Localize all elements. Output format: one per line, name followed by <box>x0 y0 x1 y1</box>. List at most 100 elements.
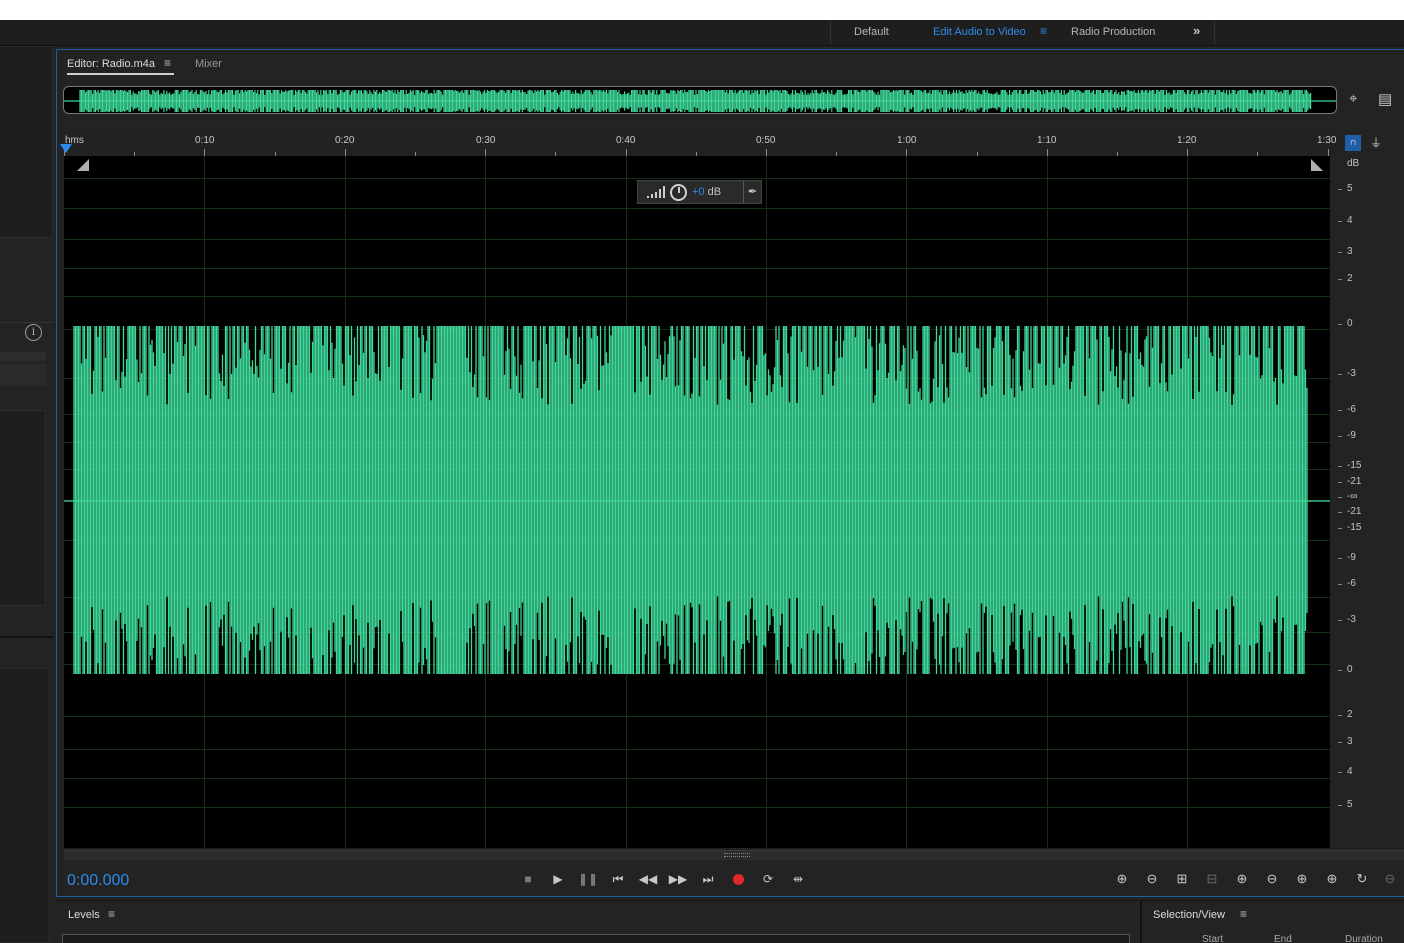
selection-view-title[interactable]: Selection/View <box>1153 909 1225 921</box>
volume-hud: +0 dB ✒ <box>637 180 762 204</box>
overview-waveform <box>64 90 1336 112</box>
stop-button[interactable]: ■ <box>515 868 541 890</box>
db-tick <box>1338 584 1342 585</box>
skip-selection-button[interactable]: ⇹ <box>785 868 811 890</box>
mixer-tab[interactable]: Mixer <box>195 58 222 70</box>
zoom-to-selection-icon[interactable]: ⌖ <box>1349 90 1357 107</box>
selection-view-panel: Selection/View ≡ Start End Duration <box>1140 900 1404 943</box>
ruler-tick-label: 0:40 <box>616 135 636 146</box>
zoom-in-amplitude-button[interactable]: ⊕ <box>1109 868 1135 890</box>
start-column-header: Start <box>1202 934 1224 943</box>
editor-menu-icon[interactable]: ≡ <box>164 56 171 70</box>
db-label: 4 <box>1347 215 1353 226</box>
workspace-default-tab[interactable]: Default <box>854 26 889 38</box>
fast-forward-button[interactable]: ▶▶ <box>665 868 691 890</box>
workspace-separator <box>830 22 831 44</box>
db-label: -21 <box>1347 476 1362 487</box>
zoom-in-time-button[interactable]: ⊕ <box>1229 868 1255 890</box>
ruler-tick-label: 0:20 <box>335 135 355 146</box>
db-label: 3 <box>1347 246 1353 257</box>
editor-tab[interactable]: Editor: Radio.m4a <box>67 58 155 70</box>
time-ruler[interactable]: hms 0:10 0:20 0:30 0:40 0:50 1:00 1:10 1… <box>64 132 1338 156</box>
zoom-full-button[interactable]: ⊞ <box>1169 868 1195 890</box>
zoom-out-time-button[interactable]: ⊖ <box>1259 868 1285 890</box>
db-scale[interactable]: dB 5 4 3 2 0 -3 -6 -9 -15 -21 -∞ -21 -15 -9 -6 -3 0 2 3 4 5 <box>1338 156 1404 848</box>
zoom-selection-button[interactable]: ⊟ <box>1199 868 1225 890</box>
zoom-out-amplitude-button[interactable]: ⊖ <box>1139 868 1165 890</box>
db-tick <box>1338 279 1342 280</box>
db-unit-label: dB <box>1347 158 1360 169</box>
ruler-tick <box>344 149 346 156</box>
panel-options-icon[interactable]: ▤ <box>1378 90 1392 108</box>
level-bars-icon <box>647 186 665 198</box>
waveform-overview[interactable] <box>63 86 1337 114</box>
volume-value[interactable]: +0 dB <box>692 186 721 198</box>
db-label: 0 <box>1347 318 1353 329</box>
db-tick <box>1338 466 1342 467</box>
ruler-tick-label: 0:30 <box>476 135 496 146</box>
ruler-tick-label: 0:50 <box>756 135 776 146</box>
db-label: 3 <box>1347 736 1353 747</box>
workspace-menu-icon[interactable]: ≡ <box>1040 24 1047 38</box>
move-to-end-button[interactable]: ⏭ <box>695 868 721 890</box>
divider <box>0 322 53 323</box>
levels-panel: Levels ≡ <box>56 900 1138 943</box>
db-tick <box>1338 670 1342 671</box>
scroll-grip[interactable] <box>724 853 750 857</box>
headphones-icon[interactable]: ∩ <box>1345 135 1361 151</box>
left-panel: i paired <box>0 46 53 943</box>
volume-knob[interactable] <box>670 184 687 201</box>
db-label: 0 <box>1347 664 1353 675</box>
ruler-tick <box>204 149 206 156</box>
move-to-start-button[interactable]: ⏮ <box>605 868 631 890</box>
workspace-separator <box>1214 22 1215 44</box>
db-label: -15 <box>1347 460 1362 471</box>
editor-tab-underline <box>67 73 174 75</box>
ruler-tick <box>1046 149 1048 156</box>
selection-view-menu-icon[interactable]: ≡ <box>1240 907 1247 921</box>
left-panel-block <box>0 46 53 238</box>
db-tick <box>1338 715 1342 716</box>
zoom-in-left-button[interactable]: ⊕ <box>1289 868 1315 890</box>
zoom-in-right-button[interactable]: ⊕ <box>1319 868 1345 890</box>
db-tick <box>1338 497 1342 498</box>
ruler-tick-label: 1:00 <box>897 135 917 146</box>
more-workspaces-icon[interactable]: » <box>1193 23 1200 38</box>
db-tick <box>1338 252 1342 253</box>
play-button[interactable]: ▶ <box>545 868 571 890</box>
loop-button[interactable]: ⟳ <box>755 868 781 890</box>
marker-pin-icon[interactable]: ⏚ <box>1370 134 1382 151</box>
db-tick <box>1338 512 1342 513</box>
db-label: -6 <box>1347 578 1356 589</box>
ruler-tick <box>766 149 767 156</box>
volume-amount: +0 <box>692 186 705 198</box>
workspace-edit-audio-to-video-tab[interactable]: Edit Audio to Video <box>933 26 1026 38</box>
zoom-disabled-button[interactable]: ⊖ <box>1377 868 1403 890</box>
rewind-button[interactable]: ◀◀ <box>635 868 661 890</box>
levels-title[interactable]: Levels <box>68 909 100 921</box>
db-tick <box>1338 528 1342 529</box>
levels-menu-icon[interactable]: ≡ <box>108 907 115 921</box>
zoom-reset-button[interactable]: ↻ <box>1349 868 1375 890</box>
db-tick <box>1338 221 1342 222</box>
db-tick <box>1338 805 1342 806</box>
volume-unit: dB <box>707 186 722 198</box>
waveform-display[interactable]: +0 dB ✒ <box>64 156 1330 848</box>
workspace-radio-production-tab[interactable]: Radio Production <box>1071 26 1155 38</box>
db-label: 2 <box>1347 273 1353 284</box>
playhead-marker[interactable] <box>60 144 72 153</box>
paired-field[interactable] <box>0 364 46 386</box>
current-time-display[interactable]: 0:00.000 <box>67 872 129 890</box>
ruler-tick <box>906 149 908 156</box>
dropdown-field[interactable] <box>0 352 46 361</box>
db-tick <box>1338 324 1342 325</box>
record-button[interactable] <box>725 868 751 890</box>
ruler-tick-label: 1:10 <box>1037 135 1057 146</box>
db-label: -9 <box>1347 430 1356 441</box>
pause-button[interactable]: ❚❚ <box>575 868 601 890</box>
db-tick <box>1338 410 1342 411</box>
horizontal-scrollbar[interactable] <box>64 850 1404 860</box>
left-panel-list <box>0 410 46 606</box>
pin-icon[interactable]: ✒ <box>743 181 761 203</box>
info-icon[interactable]: i <box>25 324 42 341</box>
